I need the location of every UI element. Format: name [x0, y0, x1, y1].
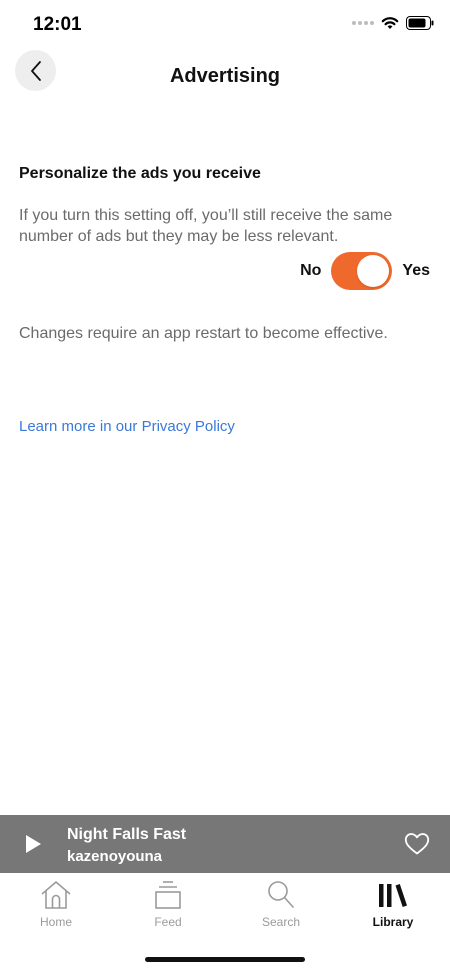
status-time: 12:01 — [33, 14, 82, 35]
heart-icon[interactable] — [404, 832, 430, 856]
status-indicators — [352, 16, 434, 30]
mini-player[interactable]: Night Falls Fast kazenoyouna — [0, 815, 450, 873]
toggle-off-label: No — [300, 262, 322, 279]
toggle-on-label: Yes — [402, 262, 430, 279]
restart-note: Changes require an app restart to become… — [19, 325, 388, 342]
tab-bar: Home Feed Search Library — [0, 873, 450, 935]
track-artist: kazenoyouna — [67, 848, 163, 865]
search-icon — [268, 881, 294, 908]
play-icon[interactable] — [22, 833, 44, 855]
personalize-ads-toggle-row: No Yes — [300, 252, 430, 290]
personalize-ads-description: If you turn this setting off, you’ll sti… — [19, 207, 393, 245]
tab-home-label: Home — [39, 915, 72, 929]
library-icon — [379, 884, 407, 907]
track-title: Night Falls Fast — [67, 826, 187, 843]
battery-icon — [406, 16, 434, 30]
tab-search-label: Search — [261, 915, 301, 929]
cellular-signal-icon — [352, 21, 374, 25]
privacy-policy-link[interactable]: Learn more in our Privacy Policy — [19, 418, 235, 435]
personalize-ads-heading: Personalize the ads you receive — [19, 165, 261, 182]
status-bar: 12:01 — [0, 0, 450, 50]
page-title: Advertising — [169, 65, 281, 87]
toggle-knob — [357, 255, 390, 287]
tab-feed-label: Feed — [154, 915, 182, 929]
tab-search[interactable]: Search — [241, 879, 321, 935]
tab-feed[interactable]: Feed — [128, 879, 208, 935]
feed-icon — [155, 881, 181, 909]
wifi-icon — [381, 17, 399, 29]
tab-home[interactable]: Home — [16, 879, 96, 935]
tab-library[interactable]: Library — [353, 879, 433, 935]
home-indicator — [145, 957, 305, 962]
home-icon — [41, 881, 71, 909]
personalize-ads-toggle[interactable] — [331, 252, 393, 290]
tab-library-label: Library — [372, 915, 414, 929]
